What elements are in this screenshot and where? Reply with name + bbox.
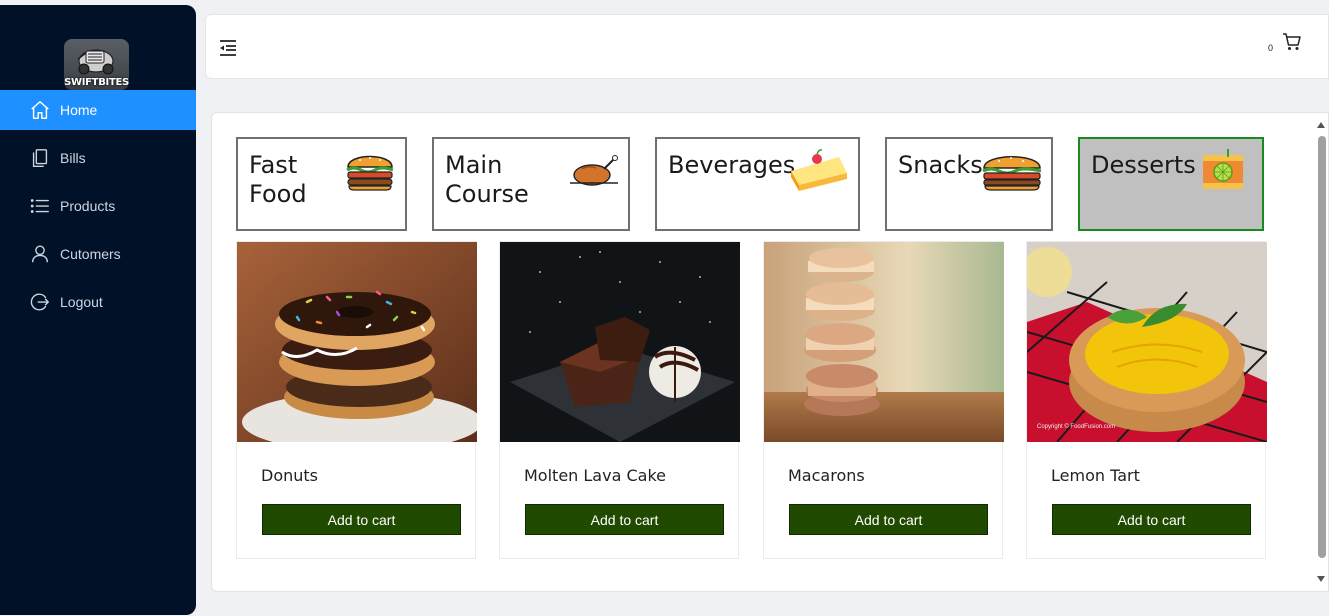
scroll-down-arrow-icon[interactable] bbox=[1317, 576, 1325, 582]
sidebar-item-bills[interactable]: Bills bbox=[0, 138, 196, 178]
sidebar-item-label: Bills bbox=[60, 150, 86, 166]
product-name: Lemon Tart bbox=[1051, 466, 1140, 485]
sidebar-item-logout[interactable]: Logout bbox=[0, 282, 196, 322]
list-icon bbox=[29, 195, 51, 217]
product-card: Donuts Add to cart bbox=[236, 241, 477, 559]
category-label: Main Course bbox=[445, 151, 529, 208]
brand-logo[interactable]: SWIFTBITES bbox=[64, 39, 129, 90]
product-name: Molten Lava Cake bbox=[524, 466, 666, 485]
sidebar-item-home[interactable]: Home bbox=[0, 90, 196, 130]
category-main-course[interactable]: Main Course bbox=[432, 137, 630, 231]
vertical-scrollbar[interactable] bbox=[1314, 113, 1328, 591]
delivery-scooter-icon bbox=[77, 49, 114, 75]
sidebar-item-label: Logout bbox=[60, 294, 103, 310]
add-to-cart-button[interactable]: Add to cart bbox=[262, 504, 461, 535]
user-icon bbox=[29, 243, 51, 265]
product-name: Donuts bbox=[261, 466, 318, 485]
photo-watermark: Copyright © FoodFusion.com bbox=[1037, 423, 1115, 430]
cake-slice-icon bbox=[791, 149, 847, 191]
category-desserts[interactable]: Desserts bbox=[1078, 137, 1264, 231]
burger-icon bbox=[346, 155, 394, 191]
category-label: Beverages bbox=[668, 151, 796, 179]
add-to-cart-button[interactable]: Add to cart bbox=[789, 504, 988, 535]
product-card: Copyright © FoodFusion.com Lemon Tart Ad… bbox=[1026, 241, 1267, 559]
category-beverages[interactable]: Beverages bbox=[655, 137, 860, 231]
category-label: Desserts bbox=[1091, 151, 1196, 179]
product-card: Molten Lava Cake Add to cart bbox=[499, 241, 740, 559]
product-card: Macarons Add to cart bbox=[763, 241, 1004, 559]
sidebar: SWIFTBITES Home Bills Products Cutomers … bbox=[0, 5, 196, 615]
logout-icon bbox=[29, 291, 51, 313]
add-to-cart-button[interactable]: Add to cart bbox=[525, 504, 724, 535]
top-bar: 0 bbox=[205, 14, 1329, 79]
roast-chicken-icon bbox=[570, 155, 618, 186]
category-label: Fast Food bbox=[249, 151, 307, 208]
brand-name: SWIFTBITES bbox=[64, 77, 129, 88]
home-icon bbox=[29, 99, 51, 121]
cart-icon[interactable] bbox=[1282, 32, 1302, 52]
sidebar-item-label: Home bbox=[60, 102, 98, 118]
menu-panel: Fast Food Main Course Beverages Snacks D… bbox=[211, 112, 1329, 592]
product-image-molten-lava-cake[interactable] bbox=[500, 242, 740, 442]
category-fast-food[interactable]: Fast Food bbox=[236, 137, 407, 231]
product-name: Macarons bbox=[788, 466, 865, 485]
sidebar-item-label: Cutomers bbox=[60, 246, 121, 262]
bills-icon bbox=[29, 147, 51, 169]
scroll-thumb[interactable] bbox=[1318, 136, 1326, 558]
product-image-macarons[interactable] bbox=[764, 242, 1004, 442]
product-image-donuts[interactable] bbox=[237, 242, 477, 442]
category-snacks[interactable]: Snacks bbox=[885, 137, 1053, 231]
sidebar-item-label: Products bbox=[60, 198, 116, 214]
cart-count: 0 bbox=[1268, 43, 1274, 53]
sidebar-item-customers[interactable]: Cutomers bbox=[0, 234, 196, 274]
juice-icon bbox=[1203, 149, 1243, 189]
product-image-lemon-tart[interactable]: Copyright © FoodFusion.com bbox=[1027, 242, 1267, 442]
scroll-up-arrow-icon[interactable] bbox=[1317, 122, 1325, 128]
menu-collapse-icon[interactable] bbox=[217, 37, 239, 59]
add-to-cart-button[interactable]: Add to cart bbox=[1052, 504, 1251, 535]
sidebar-item-products[interactable]: Products bbox=[0, 186, 196, 226]
burger-icon bbox=[982, 156, 1042, 191]
category-label: Snacks bbox=[898, 151, 983, 179]
